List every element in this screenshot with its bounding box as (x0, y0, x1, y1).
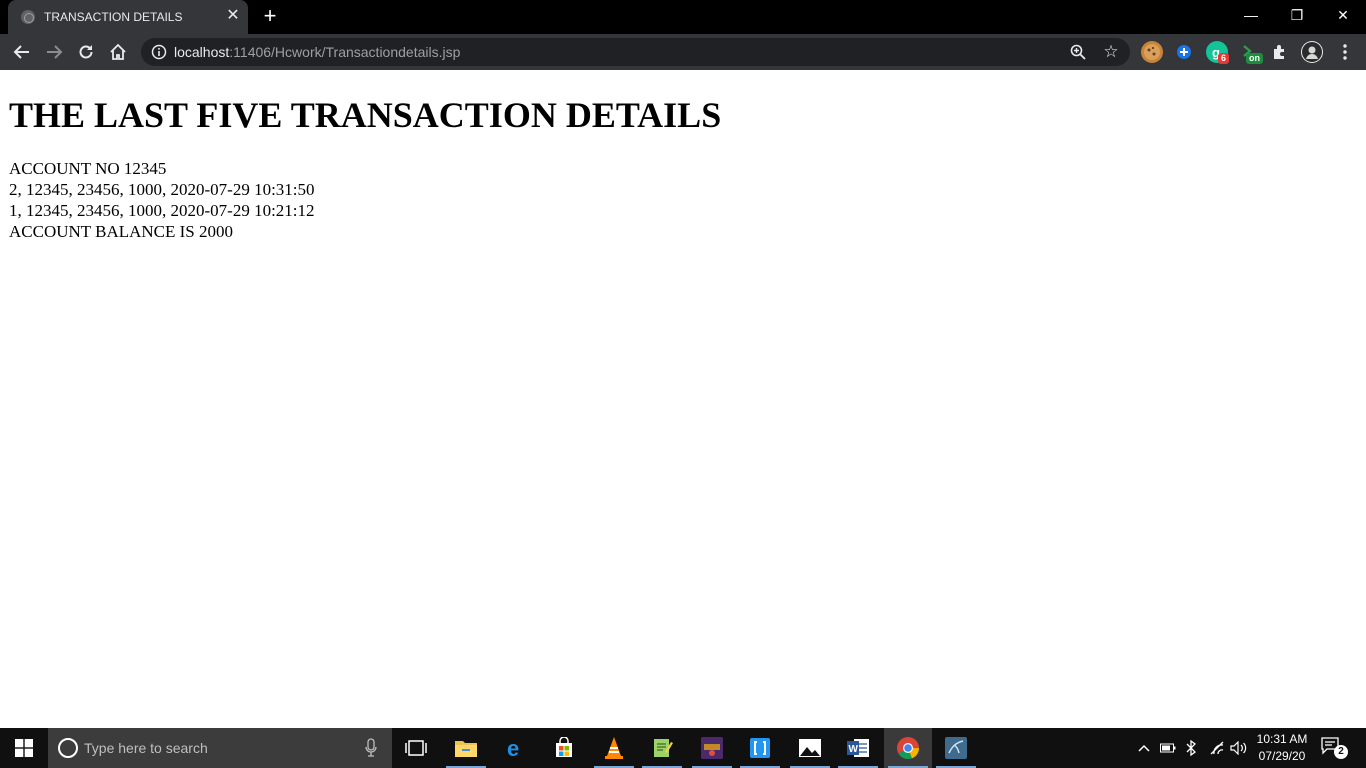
word-app[interactable]: W (834, 728, 882, 768)
svg-text:e: e (507, 736, 519, 760)
url-host: localhost (174, 44, 230, 60)
home-button[interactable] (104, 38, 132, 66)
edge-app[interactable]: e (492, 728, 540, 768)
back-button[interactable] (8, 38, 36, 66)
edge-icon: e (507, 736, 519, 760)
bluetooth-icon (1186, 740, 1196, 756)
reload-icon (79, 45, 93, 59)
folder-icon (455, 741, 477, 757)
bluetooth-tray-icon[interactable] (1182, 728, 1200, 768)
account-number-line: ACCOUNT NO 12345 (9, 159, 167, 178)
puzzle-blue-extension-icon[interactable] (1173, 41, 1195, 63)
cookie-icon (1144, 44, 1160, 60)
wifi-icon (1210, 741, 1224, 755)
game-cover-icon (701, 737, 723, 759)
show-hidden-icons-button[interactable] (1134, 728, 1154, 768)
file-explorer-app[interactable] (442, 728, 490, 768)
windows-logo-icon (15, 739, 33, 757)
url-path: :11406/Hcwork/Transactiondetails.jsp (229, 44, 461, 60)
tab-title: TRANSACTION DETAILS (44, 10, 183, 24)
extensions-button[interactable] (1269, 41, 1291, 63)
chrome-app[interactable] (884, 728, 932, 768)
blue-app[interactable] (736, 728, 784, 768)
profile-avatar[interactable] (1301, 41, 1323, 63)
transaction-line: 2, 12345, 23456, 1000, 2020-07-29 10:31:… (9, 180, 315, 199)
forward-button[interactable] (40, 38, 68, 66)
reload-button[interactable] (72, 38, 100, 66)
account-balance-line: ACCOUNT BALANCE IS 2000 (9, 222, 234, 241)
avatar-icon (1302, 42, 1322, 62)
transaction-details: ACCOUNT NO 12345 2, 12345, 23456, 1000, … (9, 158, 315, 242)
grammarly-badge: 6 (1218, 53, 1230, 64)
cortana-icon (58, 738, 78, 758)
vlc-cone-icon (605, 737, 623, 759)
toggle-badge: on (1246, 53, 1263, 64)
wifi-tray-icon[interactable] (1206, 728, 1228, 768)
toggle-extension-icon[interactable]: on (1240, 41, 1263, 64)
chevron-up-icon (1138, 744, 1150, 752)
bookmark-star-icon[interactable]: ☆ (1101, 42, 1121, 62)
photos-app[interactable] (786, 728, 834, 768)
mysql-workbench-app[interactable] (932, 728, 980, 768)
info-icon[interactable] (151, 44, 167, 60)
tab-strip: TRANSACTION DETAILS ✕ + — ❐ ✕ (0, 0, 1366, 34)
address-bar[interactable]: localhost:11406/Hcwork/Transactiondetail… (141, 38, 1130, 66)
close-window-button[interactable]: ✕ (1320, 0, 1366, 32)
page-heading: THE LAST FIVE TRANSACTION DETAILS (9, 95, 722, 135)
tab-close-icon[interactable]: ✕ (223, 6, 243, 26)
plus-circle-icon (1177, 45, 1191, 59)
svg-text:W: W (849, 744, 859, 755)
cookie-extension-icon[interactable] (1141, 41, 1163, 63)
zoom-icon[interactable] (1069, 43, 1087, 61)
start-button[interactable] (0, 728, 48, 768)
chrome-icon (897, 737, 920, 760)
new-tab-button[interactable]: + (258, 5, 282, 29)
task-view-icon (405, 740, 427, 756)
game-app[interactable] (688, 728, 736, 768)
vlc-app[interactable] (590, 728, 638, 768)
back-arrow-icon (13, 45, 29, 59)
bracket-app-icon (750, 738, 770, 758)
speaker-icon (1230, 741, 1247, 755)
taskbar-search-box[interactable]: Type here to search (48, 728, 392, 768)
battery-icon (1160, 743, 1176, 753)
clock-time: 10:31 AM (1256, 732, 1308, 746)
action-center-button[interactable]: 2 (1320, 736, 1350, 762)
restore-button[interactable]: ❐ (1274, 0, 1320, 32)
transaction-line: 1, 12345, 23456, 1000, 2020-07-29 10:21:… (9, 201, 315, 220)
page-content: THE LAST FIVE TRANSACTION DETAILS ACCOUN… (0, 70, 1366, 728)
microphone-icon[interactable] (364, 738, 378, 758)
store-bag-icon (556, 737, 572, 757)
notepad-icon (654, 739, 673, 757)
task-view-button[interactable] (392, 728, 440, 768)
browser-tab[interactable]: TRANSACTION DETAILS ✕ (8, 0, 248, 34)
taskbar-clock[interactable]: 10:31 AM 07/29/20 (1252, 731, 1312, 765)
clock-date: 07/29/20 (1258, 749, 1306, 763)
minimize-button[interactable]: — (1228, 0, 1274, 32)
battery-tray-icon[interactable] (1158, 728, 1178, 768)
puzzle-piece-icon (1274, 45, 1284, 59)
url-text[interactable]: localhost:11406/Hcwork/Transactiondetail… (174, 44, 460, 60)
volume-tray-icon[interactable] (1228, 728, 1250, 768)
store-app[interactable] (540, 728, 588, 768)
grammarly-extension-icon[interactable]: g 6 (1206, 41, 1230, 64)
forward-arrow-icon (47, 45, 63, 59)
notepad-plus-app[interactable] (638, 728, 686, 768)
notification-count-badge: 2 (1334, 745, 1348, 759)
kebab-menu-icon (1343, 44, 1347, 60)
globe-icon (21, 10, 35, 24)
browser-toolbar: localhost:11406/Hcwork/Transactiondetail… (0, 34, 1366, 70)
word-icon: W (847, 739, 869, 757)
search-placeholder: Type here to search (84, 740, 208, 756)
windows-taskbar: Type here to search e W 10:31 AM 07/29/2… (0, 728, 1366, 768)
chrome-menu-button[interactable] (1331, 38, 1359, 66)
home-icon (110, 43, 126, 60)
photos-icon (799, 739, 821, 757)
mysql-workbench-icon (945, 737, 967, 759)
